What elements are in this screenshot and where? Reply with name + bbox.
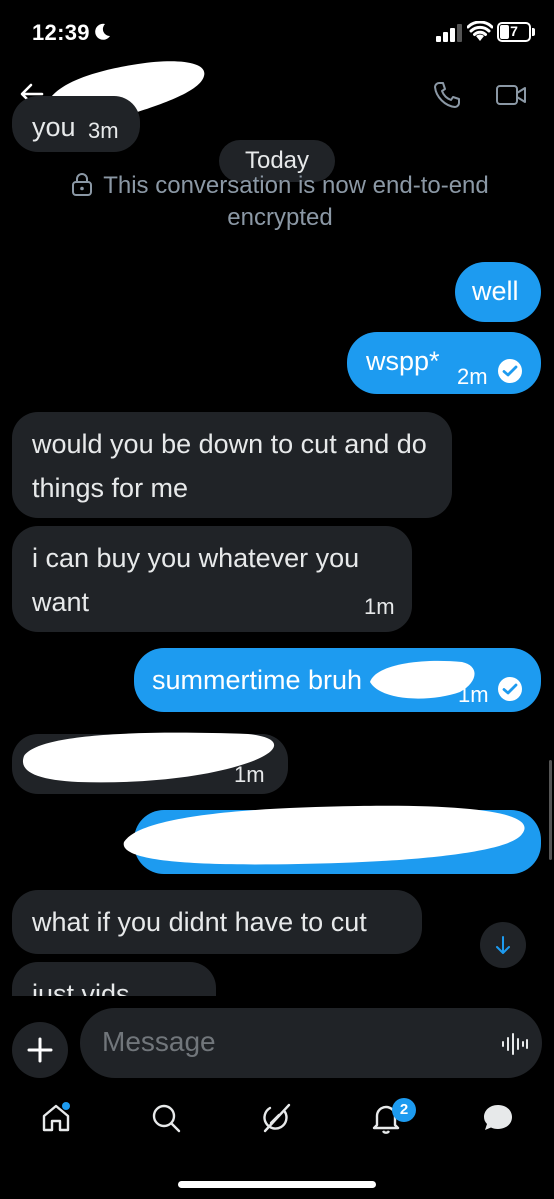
moon-icon bbox=[95, 23, 110, 40]
search-icon[interactable] bbox=[146, 1098, 186, 1138]
status-time: 12:39 bbox=[32, 20, 90, 45]
grok-icon[interactable] bbox=[257, 1098, 297, 1138]
arrow-down-icon bbox=[496, 936, 510, 954]
message-text: just vids bbox=[32, 979, 130, 996]
redaction-scribble bbox=[123, 805, 525, 865]
redaction-scribble bbox=[370, 660, 475, 699]
message-input[interactable]: Message bbox=[80, 1008, 542, 1078]
message-time: 1m bbox=[364, 594, 395, 619]
video-call-icon[interactable] bbox=[495, 82, 527, 108]
message-text: what if you didnt have to cut bbox=[32, 907, 367, 937]
message-time: 2m bbox=[457, 364, 488, 389]
message-bubble-incoming[interactable]: i can buy you whatever you want 1m bbox=[12, 526, 412, 632]
message-bubble-outgoing[interactable]: well bbox=[455, 262, 541, 322]
read-receipt-icon bbox=[498, 359, 522, 383]
message-text: i can buy you whatever you want bbox=[32, 543, 360, 617]
call-icon[interactable] bbox=[432, 80, 462, 110]
message-text: would you be down to cut and do things f… bbox=[32, 429, 427, 503]
message-text: summertime bruh bbox=[152, 665, 363, 695]
message-bubble-incoming[interactable]: just vids bbox=[12, 962, 216, 996]
lock-icon bbox=[72, 173, 93, 196]
message-bubble-incoming[interactable]: what if you didnt have to cut bbox=[12, 890, 422, 954]
wifi-icon bbox=[467, 21, 493, 41]
message-bubble-incoming[interactable]: would you be down to cut and do things f… bbox=[12, 412, 452, 518]
scroll-to-bottom-button[interactable] bbox=[480, 922, 526, 968]
message-placeholder: Message bbox=[102, 1026, 216, 1057]
message-text: well bbox=[472, 276, 519, 306]
encryption-notice-text: This conversation is now end-to-end encr… bbox=[103, 172, 489, 231]
notification-badge: 2 bbox=[392, 1098, 416, 1122]
add-attachment-button[interactable] bbox=[12, 1022, 68, 1078]
message-text: you bbox=[32, 112, 76, 142]
battery-icon: 7 bbox=[497, 22, 531, 42]
messages-icon[interactable] bbox=[478, 1098, 518, 1138]
voice-message-icon[interactable] bbox=[500, 1030, 528, 1058]
message-time: 3m bbox=[88, 118, 119, 143]
read-receipt-icon bbox=[498, 677, 522, 701]
battery-level: 7 bbox=[510, 23, 518, 39]
encryption-notice: This conversation is now end-to-end encr… bbox=[60, 170, 500, 234]
message-text: wspp* bbox=[366, 346, 440, 376]
redaction-scribble bbox=[22, 732, 275, 783]
message-clip: just vids bbox=[0, 950, 554, 996]
scrollbar[interactable] bbox=[549, 760, 552, 860]
plus-icon bbox=[27, 1037, 53, 1063]
tab-bar bbox=[0, 1090, 554, 1160]
signal-icon bbox=[436, 24, 462, 42]
home-indicator[interactable] bbox=[178, 1181, 376, 1188]
message-bubble-outgoing[interactable]: wspp* 2m bbox=[347, 332, 541, 394]
home-unread-dot bbox=[62, 1102, 70, 1110]
message-bubble-earlier[interactable]: you 3m bbox=[12, 96, 140, 152]
home-icon[interactable] bbox=[36, 1098, 76, 1138]
